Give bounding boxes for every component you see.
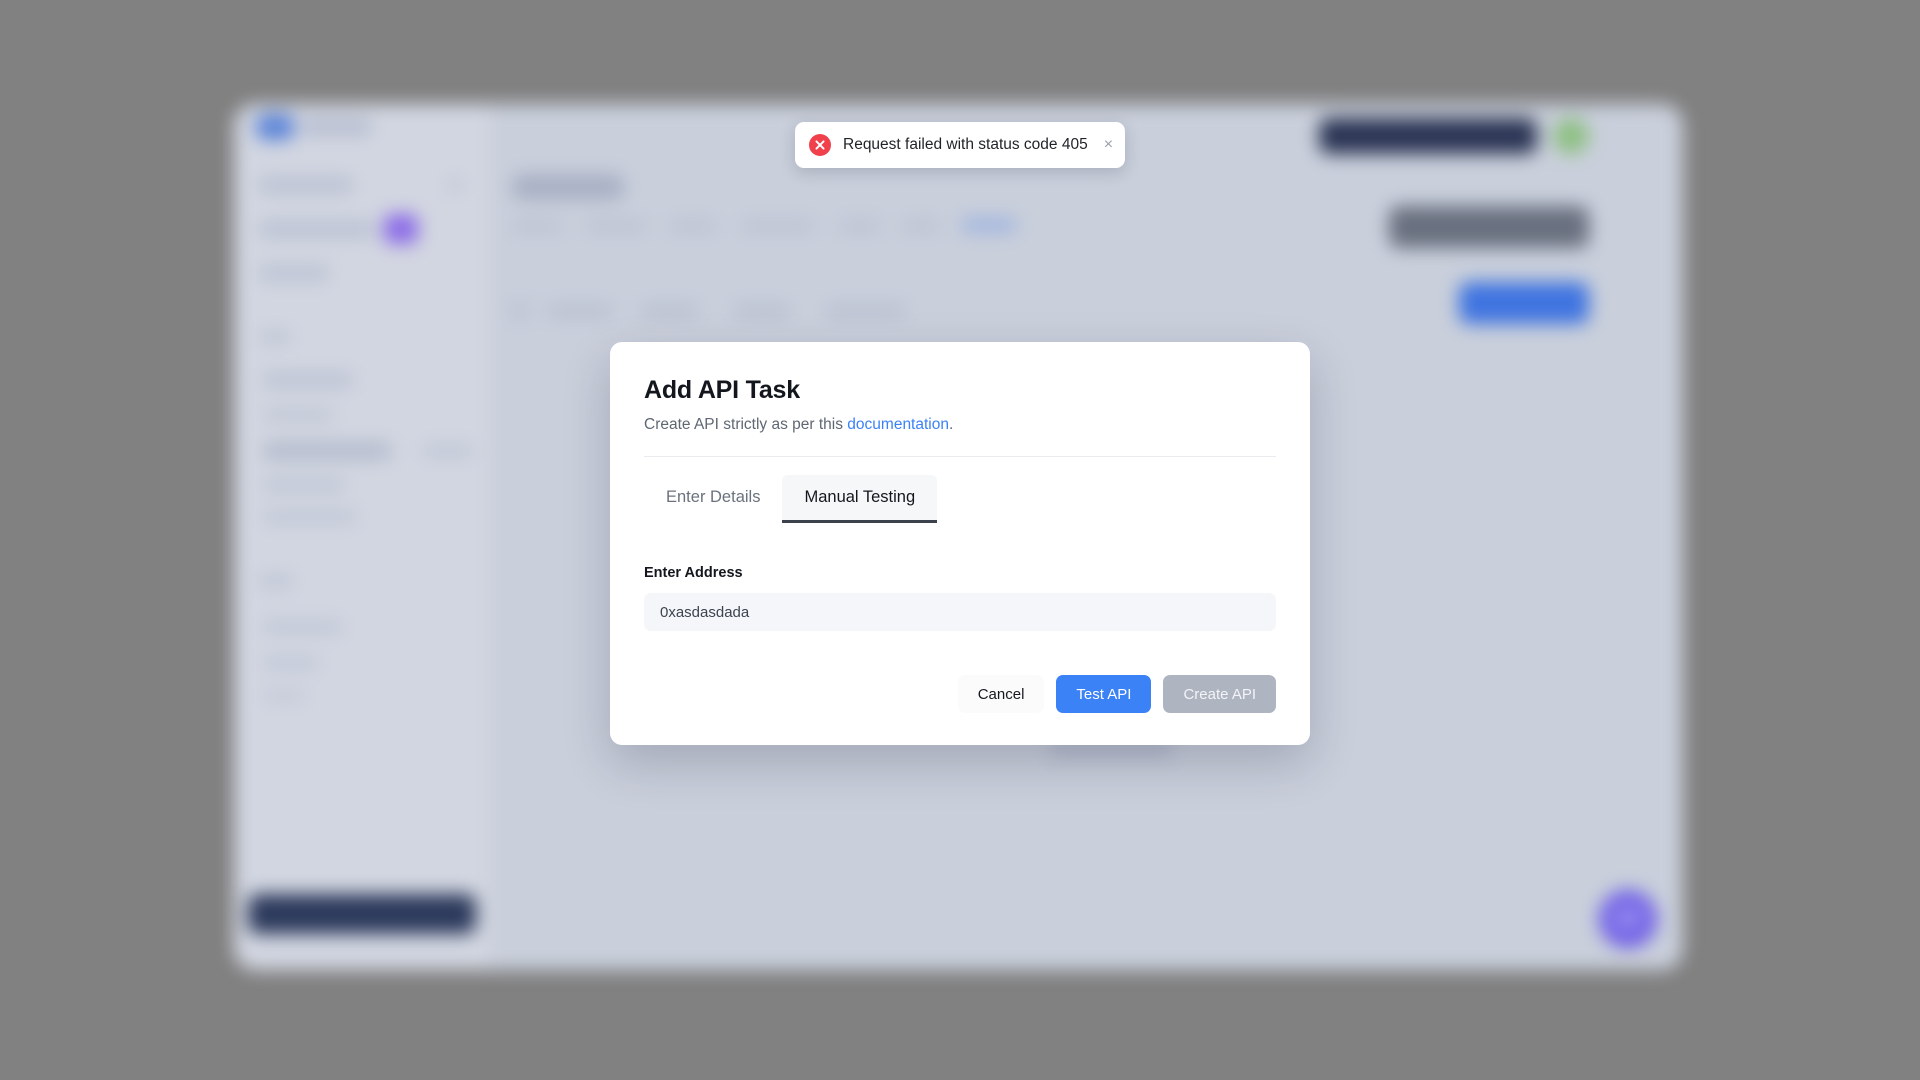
page-title <box>511 174 625 200</box>
sidebar-item[interactable] <box>258 220 376 238</box>
avatar[interactable] <box>1553 118 1589 154</box>
dialog-title: Add API Task <box>644 376 800 404</box>
add-api-task-dialog: Add API Task Create API strictly as per … <box>610 342 1310 745</box>
address-field-label: Enter Address <box>644 565 743 581</box>
sidebar-item[interactable] <box>258 264 330 282</box>
create-api-button[interactable]: Create API <box>1163 675 1276 713</box>
test-api-button[interactable]: Test API <box>1056 675 1152 713</box>
chat-bubble-icon <box>1616 908 1640 930</box>
breadcrumb-item[interactable] <box>669 220 717 232</box>
table-column-header <box>825 304 907 318</box>
desktop-backdrop: Request failed with status code 405 × Ad… <box>0 0 1920 1080</box>
dialog-divider <box>644 456 1276 457</box>
sidebar-item[interactable] <box>262 478 346 492</box>
breadcrumb-item-active[interactable] <box>961 218 1017 232</box>
tab-manual-testing[interactable]: Manual Testing <box>782 475 938 523</box>
chevron-down-icon[interactable] <box>448 178 462 192</box>
table-column-header <box>641 304 699 318</box>
dialog-subtitle-suffix: . <box>948 416 954 433</box>
toast-notification: Request failed with status code 405 × <box>795 122 1125 168</box>
error-circle-icon <box>809 134 831 156</box>
breadcrumb-item[interactable] <box>511 220 563 232</box>
documentation-link[interactable]: documentation <box>847 416 949 433</box>
sidebar-group-label <box>258 330 292 344</box>
sidebar-group-label <box>258 574 294 588</box>
toast-message: Request failed with status code 405 <box>843 136 1088 153</box>
sidebar-item[interactable] <box>262 690 306 702</box>
sidebar-item[interactable] <box>262 510 358 524</box>
sidebar-item-active[interactable] <box>262 442 392 460</box>
breadcrumb-item[interactable] <box>585 220 647 232</box>
sidebar <box>234 104 489 970</box>
secondary-action-button[interactable] <box>1389 206 1589 248</box>
close-icon[interactable]: × <box>1100 135 1117 155</box>
cancel-button[interactable]: Cancel <box>957 675 1045 713</box>
tab-enter-details[interactable]: Enter Details <box>644 475 782 523</box>
sidebar-item[interactable] <box>262 372 354 388</box>
select-all-checkbox[interactable] <box>509 300 531 322</box>
sidebar-cta-button[interactable] <box>248 894 476 934</box>
chat-widget-button[interactable] <box>1599 890 1657 948</box>
breadcrumb-item[interactable] <box>839 220 881 232</box>
sidebar-section-title <box>258 176 354 194</box>
sidebar-item[interactable] <box>262 656 320 670</box>
header-account-button[interactable] <box>1319 118 1537 154</box>
sidebar-item-meta <box>422 444 474 458</box>
primary-action-button[interactable] <box>1459 282 1589 324</box>
breadcrumb-item[interactable] <box>741 220 815 232</box>
address-field-group: Enter Address <box>644 565 1276 631</box>
sidebar-badge <box>384 214 418 244</box>
dialog-subtitle-text: Create API strictly as per this <box>644 416 848 433</box>
table-column-header <box>733 304 791 318</box>
sidebar-item[interactable] <box>262 620 344 634</box>
dialog-subtitle: Create API strictly as per this document… <box>644 416 1276 434</box>
dialog-tabs: Enter Details Manual Testing <box>644 475 1276 523</box>
breadcrumb-item[interactable] <box>901 220 941 232</box>
address-input[interactable] <box>644 593 1276 631</box>
app-logo-wordmark <box>300 118 372 135</box>
table-column-header <box>547 304 613 318</box>
app-logo-icon <box>256 114 294 140</box>
sidebar-item[interactable] <box>262 408 334 422</box>
dialog-action-bar: Cancel Test API Create API <box>644 675 1276 745</box>
